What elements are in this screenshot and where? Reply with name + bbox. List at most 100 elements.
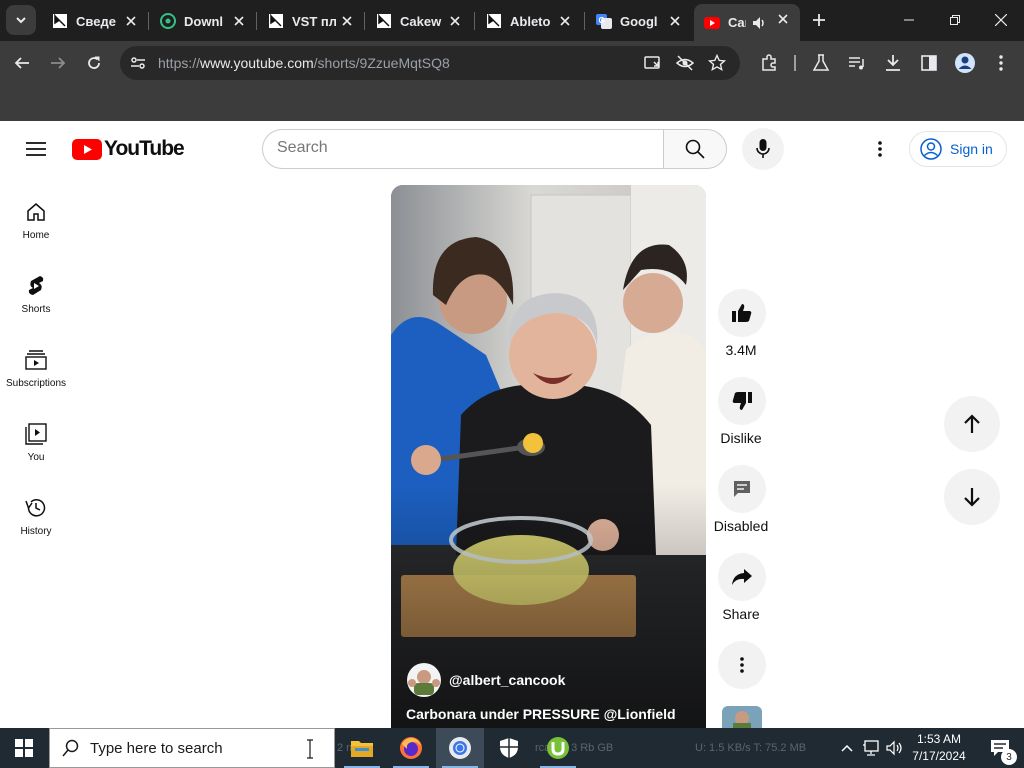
url-text[interactable]: https://www.youtube.com/shorts/9ZzueMqtS… bbox=[158, 55, 450, 71]
new-tab-button[interactable] bbox=[804, 5, 834, 35]
extensions-button[interactable] bbox=[754, 48, 784, 78]
tab-separator bbox=[364, 12, 365, 30]
close-icon[interactable] bbox=[122, 12, 140, 30]
system-clock[interactable]: 1:53 AM 7/17/2024 bbox=[904, 731, 974, 765]
hamburger-menu-icon bbox=[26, 142, 46, 156]
dislike-label: Dislike bbox=[720, 430, 762, 446]
tracking-protection-icon[interactable] bbox=[675, 54, 695, 77]
speaker-icon bbox=[886, 740, 902, 756]
start-button[interactable] bbox=[0, 728, 48, 768]
show-hidden-icons-button[interactable] bbox=[836, 728, 858, 768]
search-button[interactable] bbox=[663, 129, 727, 169]
profile-button[interactable] bbox=[950, 48, 980, 78]
search-input[interactable] bbox=[277, 139, 647, 157]
more-actions-button[interactable] bbox=[718, 641, 766, 689]
downloads-button[interactable] bbox=[878, 48, 908, 78]
browser-tab-strip: Сведе Downl VST пл Cakew Ableto G Googl … bbox=[0, 0, 1024, 41]
browser-tab-5[interactable]: Ableto bbox=[476, 6, 582, 36]
share-button[interactable] bbox=[718, 553, 766, 601]
close-icon[interactable] bbox=[446, 12, 464, 30]
account-circle-icon bbox=[920, 138, 942, 160]
browser-tab-active[interactable]: Car bbox=[694, 4, 800, 41]
side-panel-button[interactable] bbox=[914, 48, 944, 78]
comments-button[interactable] bbox=[718, 465, 766, 513]
labs-button[interactable] bbox=[806, 48, 836, 78]
search-box[interactable] bbox=[262, 129, 664, 169]
chrome-icon bbox=[449, 737, 471, 759]
sound-thumbnail[interactable] bbox=[722, 706, 762, 728]
back-button[interactable] bbox=[7, 48, 37, 78]
youtube-logo[interactable]: YouTube bbox=[72, 136, 185, 162]
voice-search-button[interactable] bbox=[742, 128, 784, 170]
channel-handle[interactable]: @albert_cancook bbox=[449, 672, 565, 688]
toolbar-divider bbox=[794, 55, 796, 71]
tab-separator bbox=[256, 12, 257, 30]
search-icon bbox=[685, 139, 705, 159]
close-window-button[interactable] bbox=[978, 0, 1024, 40]
tab-label: Downl bbox=[184, 13, 223, 29]
close-icon[interactable] bbox=[230, 12, 248, 30]
reload-button[interactable] bbox=[79, 48, 109, 78]
nav-item-shorts[interactable]: Shorts bbox=[0, 260, 72, 330]
browser-tab-4[interactable]: Cakew bbox=[366, 6, 472, 36]
chrome-menu-button[interactable] bbox=[986, 48, 1016, 78]
taskbar-search-placeholder: Type here to search bbox=[90, 739, 223, 757]
url-host: www.youtube.com bbox=[200, 55, 314, 71]
address-bar[interactable]: https://www.youtube.com/shorts/9ZzueMqtS… bbox=[120, 46, 740, 80]
nav-item-history[interactable]: History bbox=[0, 482, 72, 552]
install-app-icon[interactable] bbox=[644, 54, 662, 77]
tab-search-button[interactable] bbox=[6, 5, 36, 35]
close-icon[interactable] bbox=[774, 10, 792, 28]
speaker-icon[interactable] bbox=[752, 16, 766, 30]
minimize-button[interactable] bbox=[886, 0, 932, 40]
media-control-button[interactable] bbox=[842, 48, 872, 78]
more-vert-icon bbox=[878, 141, 882, 157]
nav-item-home[interactable]: Home bbox=[0, 186, 72, 256]
nav-item-subscriptions[interactable]: Subscriptions bbox=[0, 334, 72, 404]
taskbar-search-box[interactable]: Type here to search bbox=[49, 728, 335, 768]
nav-item-you[interactable]: You bbox=[0, 408, 72, 478]
sign-in-button[interactable]: Sign in bbox=[909, 131, 1007, 167]
channel-avatar[interactable] bbox=[407, 663, 441, 697]
security-app-button[interactable] bbox=[485, 728, 533, 768]
action-center-button[interactable]: 3 bbox=[976, 728, 1024, 768]
tab-label: Googl bbox=[620, 13, 658, 29]
utorrent-button[interactable] bbox=[534, 728, 582, 768]
search-icon bbox=[62, 739, 79, 757]
browser-tab-6[interactable]: G Googl bbox=[586, 6, 692, 36]
guide-menu-button[interactable] bbox=[22, 136, 50, 162]
tab-label: Car bbox=[728, 15, 746, 30]
next-short-button[interactable] bbox=[944, 469, 1000, 525]
firefox-button[interactable] bbox=[387, 728, 435, 768]
folder-icon bbox=[351, 741, 373, 757]
close-icon[interactable] bbox=[556, 12, 574, 30]
shorts-video-player[interactable]: @albert_cancook Carbonara under PRESSURE… bbox=[391, 185, 706, 730]
url-scheme: https:// bbox=[158, 55, 201, 71]
network-icon bbox=[863, 740, 879, 756]
browser-tab-2[interactable]: Downl bbox=[150, 6, 256, 36]
previous-short-button[interactable] bbox=[944, 396, 1000, 452]
like-button[interactable] bbox=[718, 289, 766, 337]
browser-tab-3[interactable]: VST пл bbox=[258, 6, 364, 36]
site-info-icon[interactable] bbox=[130, 55, 146, 76]
chevron-up-icon bbox=[841, 744, 853, 752]
dislike-button[interactable] bbox=[718, 377, 766, 425]
video-frame-illustration bbox=[391, 185, 706, 730]
close-icon[interactable] bbox=[338, 12, 356, 30]
restore-button[interactable] bbox=[932, 0, 978, 40]
file-explorer-button[interactable] bbox=[338, 728, 386, 768]
browser-tab-1[interactable]: Сведе bbox=[42, 6, 148, 36]
nav-label: Home bbox=[22, 230, 50, 241]
arrow-up-icon bbox=[964, 414, 980, 433]
chrome-taskbar-button[interactable] bbox=[436, 728, 484, 768]
bookmark-star-icon[interactable] bbox=[707, 53, 727, 77]
close-icon[interactable] bbox=[666, 12, 684, 30]
short-title[interactable]: Carbonara under PRESSURE @Lionfield bbox=[406, 706, 676, 722]
comment-disabled-icon bbox=[734, 481, 750, 497]
volume-button[interactable] bbox=[884, 728, 906, 768]
thumbs-up-icon bbox=[732, 304, 752, 322]
settings-menu-button[interactable] bbox=[868, 137, 892, 161]
flask-icon bbox=[812, 54, 830, 71]
network-button[interactable] bbox=[860, 728, 882, 768]
forward-button[interactable] bbox=[43, 48, 73, 78]
